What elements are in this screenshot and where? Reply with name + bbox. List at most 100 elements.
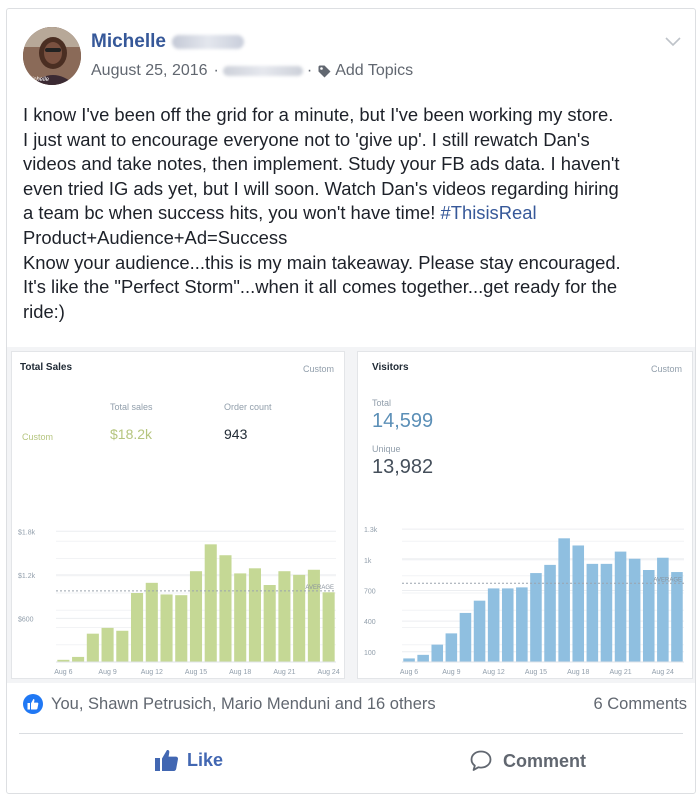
post-text-line: Know your audience...this is my main tak… xyxy=(23,251,621,273)
unique-visitors-value: 13,982 xyxy=(372,456,434,478)
visitors-panel: Visitors Custom Total 14,599 Unique 13,9… xyxy=(357,351,693,679)
comment-label: Comment xyxy=(503,750,587,771)
order-count-value: 943 xyxy=(224,426,248,442)
bar xyxy=(487,588,500,662)
y-tick-label: 400 xyxy=(364,619,376,626)
tag-icon xyxy=(318,65,331,78)
x-tick-label: Aug 6 xyxy=(400,669,418,676)
average-label: AVERAGE xyxy=(653,577,682,583)
bar xyxy=(642,570,655,662)
x-tick-label: Aug 18 xyxy=(567,669,589,676)
bar xyxy=(234,573,247,662)
bar xyxy=(145,582,158,662)
y-tick-label: $1.2k xyxy=(18,573,36,580)
bar xyxy=(445,633,458,662)
bar xyxy=(293,574,306,662)
reactions-summary[interactable]: You, Shawn Petrusich, Mario Menduni and … xyxy=(23,694,436,714)
bar xyxy=(657,557,669,662)
divider xyxy=(19,733,683,734)
meta-separator-2: · xyxy=(306,62,313,79)
bar xyxy=(248,568,261,662)
post-text-line: a team bc when success hits, you won't h… xyxy=(23,201,687,226)
redacted-group-name xyxy=(222,66,303,76)
reactions-text[interactable]: You, Shawn Petrusich, Mario Menduni and … xyxy=(51,695,436,714)
bar xyxy=(600,563,613,662)
bar xyxy=(544,564,556,662)
bar xyxy=(175,595,188,662)
bar xyxy=(101,627,114,662)
x-tick-label: Aug 24 xyxy=(318,669,340,676)
bar xyxy=(307,569,320,662)
y-tick-label: $1.8k xyxy=(18,529,36,536)
post-text-line: I know I've been off the grid for a minu… xyxy=(23,104,614,125)
bar xyxy=(558,538,570,662)
svg-text:Michelle: Michelle xyxy=(27,77,50,83)
visitors-bar-chart: 100 400 700 1k 1.3k AVERAGE Aug 6 Aug 9 Aug 12 Au… xyxy=(364,527,684,676)
bar xyxy=(516,587,528,662)
comment-icon xyxy=(469,749,493,773)
post-text-line: even tried IG ads yet, but I will soon. … xyxy=(23,177,619,199)
post-text: I know I've been off the grid for a minu… xyxy=(23,103,687,324)
bar xyxy=(131,593,144,662)
x-tick-label: Aug 9 xyxy=(98,669,116,676)
add-topics-link[interactable]: Add Topics xyxy=(335,62,413,80)
author-first-name[interactable]: Michelle xyxy=(91,31,166,52)
x-tick-label: Aug 18 xyxy=(229,669,251,676)
post-text-line: Product+Audience+Ad=Success xyxy=(23,226,288,248)
post-card: Michelle Michelle August 25, 2016 · · Ad… xyxy=(6,8,696,794)
attached-image[interactable]: Total Sales Custom Total sales Order cou… xyxy=(7,347,695,683)
bar xyxy=(459,612,472,662)
post-text-segment: a team bc when success hits, you won't h… xyxy=(23,202,441,224)
post-text-line: It's like the "Perfect Storm"...when it … xyxy=(23,276,618,298)
x-tick-label: Aug 12 xyxy=(141,669,163,676)
x-tick-label: Aug 21 xyxy=(273,669,295,676)
y-tick-label: 1k xyxy=(364,558,372,565)
y-tick-label: 700 xyxy=(364,588,376,595)
bar xyxy=(501,588,514,662)
like-button[interactable]: Like xyxy=(155,749,223,771)
bar xyxy=(671,572,683,662)
bar xyxy=(116,630,129,662)
bar xyxy=(322,592,335,662)
average-label: AVERAGE xyxy=(305,585,334,591)
redacted-last-name xyxy=(171,34,244,49)
comments-count-link[interactable]: 6 Comments xyxy=(593,695,687,714)
x-tick-label: Aug 12 xyxy=(483,669,505,676)
bar xyxy=(219,555,232,662)
panel-title: Visitors xyxy=(372,362,409,373)
x-tick-label: Aug 15 xyxy=(525,669,547,676)
like-reaction-icon xyxy=(23,694,43,714)
author-name[interactable]: Michelle xyxy=(91,31,244,53)
hashtag-link[interactable]: #ThisisReal xyxy=(441,202,537,223)
post-meta: August 25, 2016 · · Add Topics xyxy=(91,62,413,80)
bar xyxy=(278,571,291,662)
unique-label: Unique xyxy=(372,444,401,454)
bar xyxy=(431,644,444,662)
panel-title: Total Sales xyxy=(20,362,73,373)
y-tick-label: 1.3k xyxy=(364,527,378,534)
custom-row-label: Custom xyxy=(22,432,54,442)
x-tick-label: Aug 9 xyxy=(442,669,460,676)
panel-custom-label: Custom xyxy=(650,364,682,374)
bar xyxy=(530,573,542,662)
total-visitors-value: 14,599 xyxy=(372,410,434,432)
order-count-label: Order count xyxy=(224,402,272,412)
avatar[interactable]: Michelle xyxy=(23,27,81,85)
bar xyxy=(263,585,276,662)
post-text-line: ride:) xyxy=(23,300,65,322)
total-sales-value: $18.2k xyxy=(110,426,153,442)
bar xyxy=(72,656,85,662)
total-label: Total xyxy=(372,398,392,408)
chevron-down-icon[interactable] xyxy=(665,31,681,52)
comment-button[interactable]: Comment xyxy=(469,749,586,773)
bar xyxy=(628,558,641,662)
post-text-line: I just want to encourage everyone not to… xyxy=(23,128,590,150)
bar xyxy=(86,633,99,662)
y-tick-label: 100 xyxy=(364,650,376,657)
bar xyxy=(473,600,486,662)
post-date[interactable]: August 25, 2016 xyxy=(91,62,208,80)
bar xyxy=(614,551,627,662)
bar xyxy=(417,654,429,662)
bar xyxy=(586,563,599,662)
thumbs-up-icon xyxy=(155,749,179,771)
